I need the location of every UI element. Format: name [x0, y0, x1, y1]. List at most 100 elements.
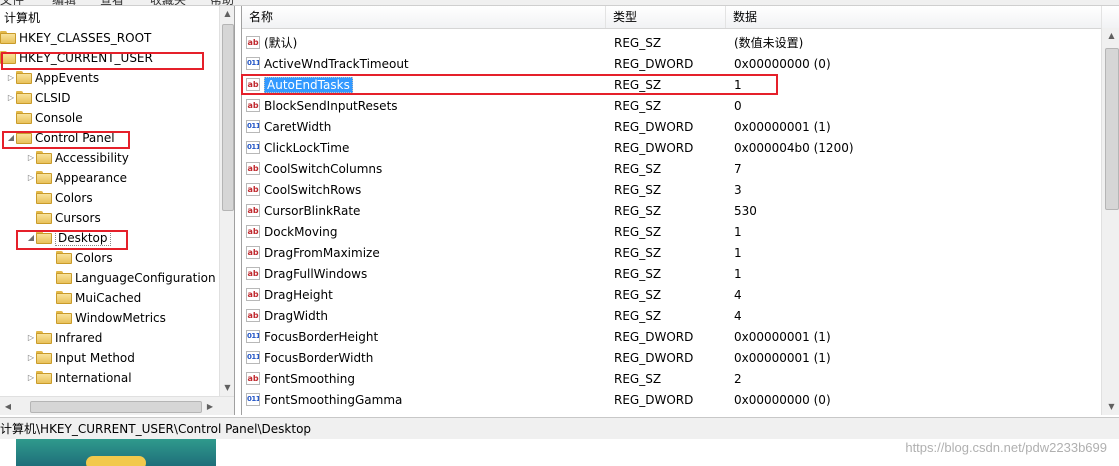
value-type: REG_DWORD [614, 57, 694, 71]
value-row[interactable]: ab DragHeight REG_SZ 4 [242, 285, 1102, 306]
tree-root-label: 计算机 [4, 11, 41, 25]
value-row[interactable]: ab (默认) REG_SZ (数值未设置) [242, 33, 1102, 54]
tree-item[interactable]: ▷ AppEvents [6, 68, 99, 88]
tree-item[interactable]: ▷ CLSID [6, 88, 70, 108]
value-row[interactable]: ab DragFullWindows REG_SZ 1 [242, 264, 1102, 285]
tree-item[interactable]: ▷ International [26, 368, 132, 388]
tree-item[interactable]: ◢ Desktop [26, 228, 111, 248]
value-data: 4 [734, 288, 742, 302]
scroll-up-arrow-icon[interactable]: ▲ [1102, 28, 1119, 44]
status-bar-path: 计算机\HKEY_CURRENT_USER\Control Panel\Desk… [0, 422, 312, 436]
scroll-right-arrow-icon[interactable]: ▶ [202, 397, 218, 415]
value-data: 0x00000001 (1) [734, 351, 831, 365]
tree-item[interactable]: MuiCached [46, 288, 141, 308]
value-row[interactable]: ab CoolSwitchColumns REG_SZ 7 [242, 159, 1102, 180]
value-name-cell: 011 FontSmoothingGamma [246, 390, 402, 411]
string-value-icon: ab [246, 288, 260, 301]
value-row[interactable]: ab DockMoving REG_SZ 1 [242, 222, 1102, 243]
tree-item[interactable]: ▷ Appearance [26, 168, 127, 188]
value-data: 0x00000001 (1) [734, 330, 831, 344]
value-row[interactable]: 011 FocusBorderWidth REG_DWORD 0x00000001 (… [242, 348, 1102, 369]
tree-item[interactable]: ▷ Infrared [26, 328, 102, 348]
scroll-down-arrow-icon[interactable]: ▼ [220, 380, 234, 396]
value-row[interactable]: ab CursorBlinkRate REG_SZ 530 [242, 201, 1102, 222]
value-row[interactable]: ab CoolSwitchRows REG_SZ 3 [242, 180, 1102, 201]
tree-item[interactable]: Colors [46, 248, 113, 268]
value-row[interactable]: ab DragFromMaximize REG_SZ 1 [242, 243, 1102, 264]
value-name: (默认) [264, 36, 298, 50]
collapse-arrow-icon[interactable]: ◢ [26, 228, 36, 248]
value-row[interactable]: 011 FocusBorderHeight REG_DWORD 0x00000001 … [242, 327, 1102, 348]
value-name-cell: ab DragHeight [246, 285, 333, 306]
registry-tree-pane[interactable]: 计算机 HKEY_CLASSES_ROOT HKEY_CURRENT_USER ▷ A… [0, 6, 235, 415]
value-row[interactable]: 011 ClickLockTime REG_DWORD 0x000004b0 (120… [242, 138, 1102, 159]
tree-item[interactable]: HKEY_CLASSES_ROOT [0, 28, 151, 48]
tree-item-label: Accessibility [55, 151, 129, 165]
scrollbar-thumb[interactable] [30, 401, 202, 413]
tree-item-label: International [55, 371, 132, 385]
value-row[interactable]: ab FontSmoothing REG_SZ 2 [242, 369, 1102, 390]
value-name-cell: ab AutoEndTasks [246, 75, 353, 96]
folder-icon [16, 91, 32, 104]
scroll-down-arrow-icon[interactable]: ▼ [1102, 399, 1119, 415]
tree-root-computer[interactable]: 计算机 [4, 8, 40, 28]
value-row[interactable]: 011 FontSmoothingGamma REG_DWORD 0x00000000… [242, 390, 1102, 411]
value-data: 1 [734, 225, 742, 239]
collapse-arrow-icon[interactable]: ◢ [6, 128, 16, 148]
expand-arrow-icon[interactable]: ▷ [26, 348, 36, 368]
value-row[interactable]: 011 ActiveWndTrackTimeout REG_DWORD 0x00000… [242, 54, 1102, 75]
tree-item[interactable]: ▷ Accessibility [26, 148, 129, 168]
expand-arrow-icon[interactable]: ▷ [6, 88, 16, 108]
binary-value-icon: 011 [246, 120, 260, 133]
column-header-name[interactable]: 名称 [242, 6, 606, 28]
tree-item[interactable]: HKEY_CURRENT_USER [0, 48, 153, 68]
folder-icon [36, 331, 52, 344]
value-name-cell: 011 ActiveWndTrackTimeout [246, 54, 409, 75]
expand-arrow-icon[interactable]: ▷ [6, 68, 16, 88]
values-vertical-scrollbar[interactable]: ▲ ▼ [1101, 28, 1119, 415]
value-name: AutoEndTasks [264, 77, 353, 93]
tree-item-label: CLSID [35, 91, 71, 105]
value-row[interactable]: ab BlockSendInputResets REG_SZ 0 [242, 96, 1102, 117]
tree-item-label: Input Method [55, 351, 135, 365]
value-name-cell: ab (默认) [246, 33, 297, 54]
tree-item[interactable]: Cursors [26, 208, 101, 228]
column-header-type[interactable]: 类型 [606, 6, 726, 28]
tree-item[interactable]: ◢ Control Panel [6, 128, 115, 148]
value-data: 1 [734, 267, 742, 281]
registry-values-pane[interactable]: 名称 类型 数据 ab (默认) REG_SZ (数值未设置) 011 ActiveWnd… [241, 6, 1119, 415]
value-type: REG_SZ [614, 309, 662, 323]
column-header-data[interactable]: 数据 [726, 6, 1102, 28]
string-value-icon: ab [246, 309, 260, 322]
tree-item[interactable]: WindowMetrics [46, 308, 166, 328]
expand-arrow-icon[interactable]: ▷ [26, 148, 36, 168]
tree-vertical-scrollbar[interactable]: ▲ ▼ [219, 6, 234, 396]
value-row[interactable]: 011 CaretWidth REG_DWORD 0x00000001 (1) [242, 117, 1102, 138]
scrollbar-thumb[interactable] [1105, 48, 1119, 210]
tree-item[interactable]: ▷ Input Method [26, 348, 135, 368]
folder-icon [36, 211, 52, 224]
scrollbar-thumb[interactable] [222, 24, 234, 211]
tree-item-label: HKEY_CLASSES_ROOT [19, 31, 152, 45]
tree-item[interactable]: Console [6, 108, 83, 128]
tree-item[interactable]: Colors [26, 188, 93, 208]
value-name-cell: 011 CaretWidth [246, 117, 331, 138]
tree-item-label: AppEvents [35, 71, 100, 85]
scroll-left-arrow-icon[interactable]: ◀ [0, 397, 16, 415]
expand-arrow-icon[interactable]: ▷ [26, 168, 36, 188]
value-type: REG_SZ [614, 246, 662, 260]
value-name: DragFromMaximize [264, 246, 380, 260]
expand-arrow-icon[interactable]: ▷ [26, 328, 36, 348]
tree-horizontal-scrollbar[interactable]: ◀ ▶ [0, 396, 234, 415]
folder-icon [36, 231, 52, 244]
tree-item-label: WindowMetrics [75, 311, 166, 325]
watermark-text: https://blog.csdn.net/pdw2233b699 [905, 440, 1107, 455]
scroll-up-arrow-icon[interactable]: ▲ [220, 6, 234, 22]
value-row[interactable]: ab AutoEndTasks REG_SZ 1 [242, 75, 1102, 96]
tree-item[interactable]: LanguageConfiguration [46, 268, 216, 288]
value-row[interactable]: ab DragWidth REG_SZ 4 [242, 306, 1102, 327]
value-name: CoolSwitchRows [264, 183, 362, 197]
tree-item-label: Colors [55, 191, 93, 205]
value-name-cell: ab BlockSendInputResets [246, 96, 398, 117]
expand-arrow-icon[interactable]: ▷ [26, 368, 36, 388]
